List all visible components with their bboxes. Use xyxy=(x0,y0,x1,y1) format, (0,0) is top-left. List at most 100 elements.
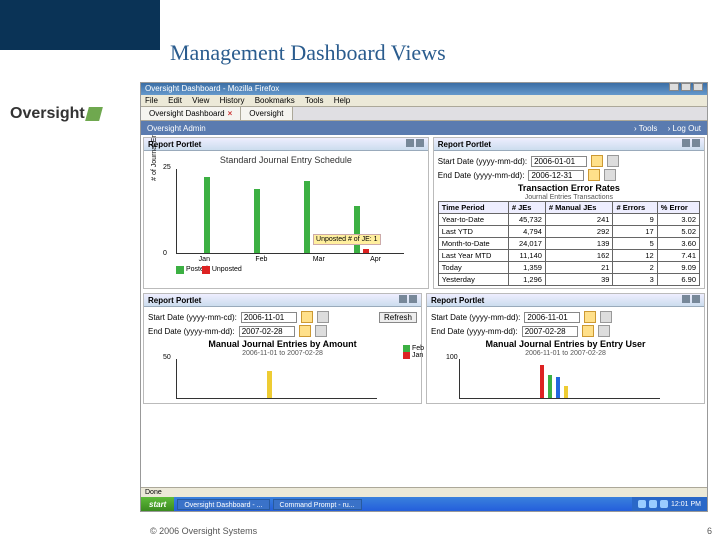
clear-icon[interactable] xyxy=(598,325,610,337)
bar-mar-posted xyxy=(304,181,310,253)
chart-by-user: 100 xyxy=(459,359,660,399)
calendar-icon[interactable] xyxy=(591,155,603,167)
clear-icon[interactable] xyxy=(317,311,329,323)
bar-jan-posted xyxy=(204,177,210,253)
windows-taskbar[interactable]: start Oversight Dashboard - ... Command … xyxy=(141,497,707,511)
menu-edit[interactable]: Edit xyxy=(168,96,182,105)
table-title: Transaction Error Rates xyxy=(438,183,700,193)
portlet-header: Report Portlet xyxy=(431,296,484,305)
window-title: Oversight Dashboard - Mozilla Firefox xyxy=(145,83,279,95)
calendar-icon[interactable] xyxy=(582,325,594,337)
chart-legend: Posted Unposted xyxy=(176,266,424,274)
link-tools[interactable]: › Tools xyxy=(634,124,657,133)
chart-by-amount: 50 xyxy=(176,359,377,399)
bar-apr-unposted xyxy=(363,249,369,253)
error-rates-table: Time Period # JEs # Manual JEs # Errors … xyxy=(438,201,700,286)
start-date-input[interactable] xyxy=(524,312,580,323)
portlet-journal-schedule: Report Portlet Standard Journal Entry Sc… xyxy=(143,137,429,289)
end-date-input[interactable] xyxy=(239,326,295,337)
close-icon[interactable] xyxy=(693,83,703,91)
bar-apr-posted xyxy=(354,206,360,253)
slide-title: Management Dashboard Views xyxy=(170,40,446,66)
clear-icon[interactable] xyxy=(315,325,327,337)
portlet-header: Report Portlet xyxy=(438,140,491,149)
table-row: Today1,3592129.09 xyxy=(438,262,699,274)
browser-statusbar: Done xyxy=(141,487,707,497)
task-item[interactable]: Command Prompt - ru... xyxy=(273,499,362,510)
refresh-button[interactable]: Refresh xyxy=(379,312,417,323)
table-row: Year-to-Date45,73224193.02 xyxy=(438,214,699,226)
system-tray[interactable]: 12:01 PM xyxy=(632,497,707,511)
portlet-header: Report Portlet xyxy=(148,296,201,305)
dashboard-content: Report Portlet Standard Journal Entry Sc… xyxy=(141,135,707,497)
portlet-error-rates: Report Portlet Start Date (yyyy-mm-dd): … xyxy=(433,137,705,289)
clock: 12:01 PM xyxy=(671,501,701,508)
calendar-icon[interactable] xyxy=(588,169,600,181)
menu-bookmarks[interactable]: Bookmarks xyxy=(255,96,295,105)
end-date-label: End Date (yyyy-mm-dd): xyxy=(438,171,525,180)
table-row: Last Year MTD11,140162127.41 xyxy=(438,250,699,262)
calendar-icon[interactable] xyxy=(584,311,596,323)
chart-title: Manual Journal Entries by Amount xyxy=(148,339,417,349)
maximize-icon[interactable] xyxy=(681,83,691,91)
slide-accent-block xyxy=(0,0,160,50)
table-row: Month-to-Date24,01713953.60 xyxy=(438,238,699,250)
calendar-icon[interactable] xyxy=(299,325,311,337)
menu-view[interactable]: View xyxy=(192,96,209,105)
table-row: Last YTD4,794292175.02 xyxy=(438,226,699,238)
portlet-max-icon[interactable] xyxy=(416,139,424,147)
window-controls[interactable] xyxy=(667,83,703,95)
browser-window: Oversight Dashboard - Mozilla Firefox Fi… xyxy=(140,82,708,512)
minimize-icon[interactable] xyxy=(669,83,679,91)
table-subtitle: Journal Entries Transactions xyxy=(438,194,700,201)
tray-icon[interactable] xyxy=(660,500,668,508)
chart-subtitle: 2006-11-01 to 2007-02-28 xyxy=(148,350,417,357)
clear-icon[interactable] xyxy=(604,169,616,181)
tab-oversight[interactable]: Oversight xyxy=(241,107,292,120)
task-item[interactable]: Oversight Dashboard - ... xyxy=(177,499,269,510)
browser-menubar[interactable]: File Edit View History Bookmarks Tools H… xyxy=(141,95,707,107)
portlet-min-icon[interactable] xyxy=(406,139,414,147)
chart-title: Manual Journal Entries by Entry User xyxy=(431,339,700,349)
calendar-icon[interactable] xyxy=(301,311,313,323)
app-header: Oversight Admin › Tools › Log Out xyxy=(141,121,707,135)
end-date-input[interactable] xyxy=(522,326,578,337)
chart-legend: Feb Jan xyxy=(403,345,419,359)
tab-close-icon[interactable]: × xyxy=(228,109,233,118)
portlet-entries-by-user: Report Portlet Start Date (yyyy-mm-dd): … xyxy=(426,293,705,404)
app-header-left: Oversight Admin xyxy=(147,124,206,133)
page-number: 6 xyxy=(707,526,712,536)
table-row: Yesterday1,2963936.90 xyxy=(438,274,699,286)
chart-title: Standard Journal Entry Schedule xyxy=(148,155,424,165)
start-date-input[interactable] xyxy=(241,312,297,323)
chart-subtitle: 2006-11-01 to 2007-02-28 xyxy=(431,350,700,357)
link-logout[interactable]: › Log Out xyxy=(668,124,701,133)
menu-history[interactable]: History xyxy=(220,96,245,105)
menu-help[interactable]: Help xyxy=(334,96,350,105)
window-titlebar[interactable]: Oversight Dashboard - Mozilla Firefox xyxy=(141,83,707,95)
bar-amount xyxy=(267,371,272,398)
table-header-row: Time Period # JEs # Manual JEs # Errors … xyxy=(438,202,699,214)
logo-swoosh-icon xyxy=(85,107,103,121)
end-date-input[interactable] xyxy=(528,170,584,181)
start-button[interactable]: start xyxy=(141,497,174,511)
copyright: © 2006 Oversight Systems xyxy=(150,526,257,536)
bar-feb-posted xyxy=(254,189,260,253)
logo: Oversight xyxy=(10,105,101,123)
clear-icon[interactable] xyxy=(600,311,612,323)
y-axis-label: # of Journal Entries xyxy=(151,135,158,181)
start-date-label: Start Date (yyyy-mm-dd): xyxy=(438,157,527,166)
portlet-entries-by-amount: Report Portlet Start Date (yyyy-mm-cd): … xyxy=(143,293,422,404)
portlet-min-icon[interactable] xyxy=(682,139,690,147)
chart-journal-schedule: # of Journal Entries 25 0 Unposted # of … xyxy=(176,169,404,254)
clear-icon[interactable] xyxy=(607,155,619,167)
tray-icon[interactable] xyxy=(638,500,646,508)
tray-icon[interactable] xyxy=(649,500,657,508)
start-date-input[interactable] xyxy=(531,156,587,167)
menu-file[interactable]: File xyxy=(145,96,158,105)
menu-tools[interactable]: Tools xyxy=(305,96,324,105)
chart-tooltip: Unposted # of JE: 1 xyxy=(313,234,380,245)
browser-tabs: Oversight Dashboard× Oversight xyxy=(141,107,707,121)
tab-dashboard[interactable]: Oversight Dashboard× xyxy=(141,107,241,120)
portlet-max-icon[interactable] xyxy=(692,139,700,147)
